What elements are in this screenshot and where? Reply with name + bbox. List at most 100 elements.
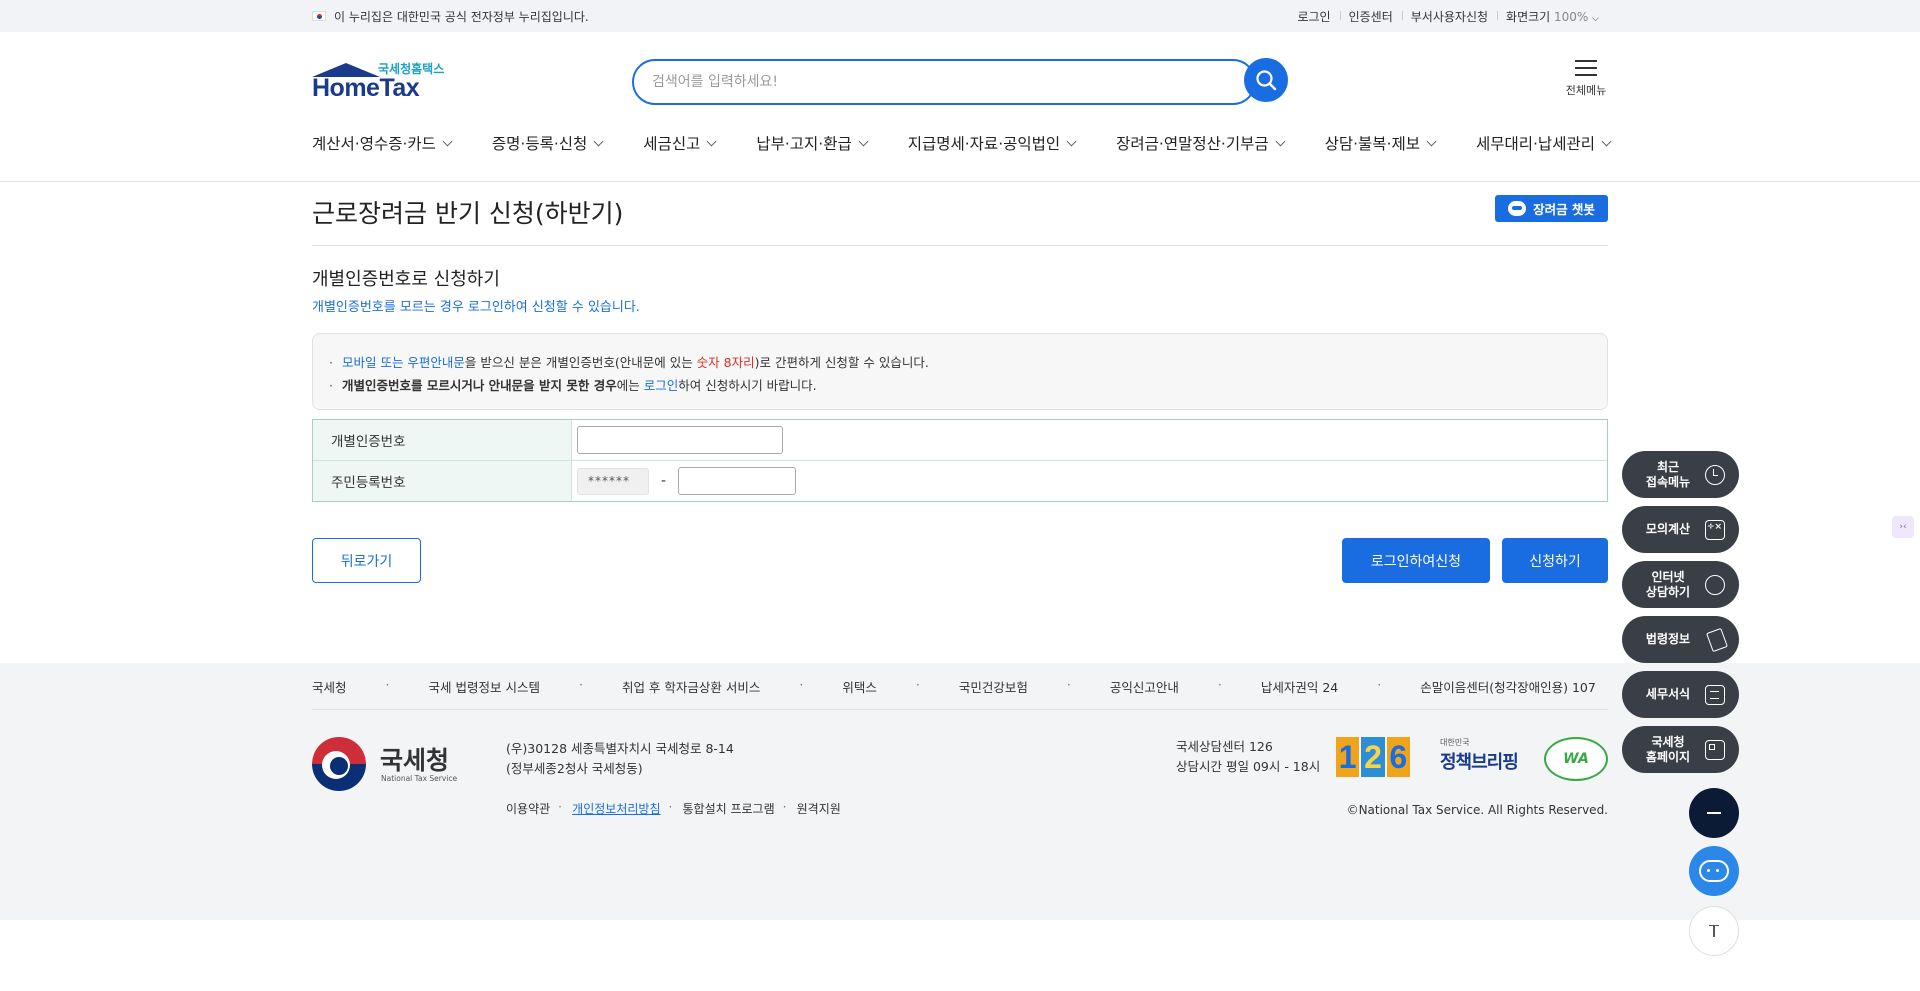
hamburger-icon xyxy=(1575,58,1597,76)
footer-link[interactable]: 위택스 xyxy=(842,677,877,696)
footer-links: 국세청 · 국세 법령정보 시스템 · 취업 후 학자금상환 서비스 · 위택스 · 국… xyxy=(312,677,1596,696)
page-title: 근로장려금 반기 신청(하반기) xyxy=(312,199,624,228)
minus-icon xyxy=(1707,812,1721,814)
policy-briefing-small: 대한민국 xyxy=(1440,738,1470,747)
badge-digit: 6 xyxy=(1386,737,1410,777)
dept-user-link[interactable]: 부서사용자신청 xyxy=(1401,8,1497,25)
cert-number-label: 개별인증번호 xyxy=(313,420,572,460)
chatbot-label: 장려금 챗봇 xyxy=(1533,202,1595,217)
notice-text: 에는 xyxy=(616,378,644,393)
privacy-policy-link[interactable]: 개인정보처리방침 xyxy=(558,800,671,817)
terms-link[interactable]: 이용약관 xyxy=(506,800,561,817)
collapse-quick-menu-button[interactable] xyxy=(1689,788,1739,838)
gavel-icon xyxy=(1706,627,1728,652)
notice-line-2: 개별인증번호를 모르시거나 안내문을 받지 못한 경우에는 로그인하여 신청하시… xyxy=(329,374,1607,397)
footer-link[interactable]: 납세자권익 24 xyxy=(1261,677,1338,696)
search-input[interactable] xyxy=(652,74,1172,90)
quick-tax-forms[interactable]: 세무서식 xyxy=(1622,671,1739,718)
chevron-down-icon xyxy=(1601,136,1612,146)
incentive-chatbot-button[interactable]: 장려금 챗봇 xyxy=(1495,195,1608,222)
korean-flag-icon xyxy=(312,11,326,21)
nav-item-incentive[interactable]: 장려금·연말정산·기부금 xyxy=(1116,132,1286,154)
gov-banner-bar: 이 누리집은 대한민국 공식 전자정부 누리집입니다. 로그인 인증센터 부서사… xyxy=(0,0,1920,32)
login-link[interactable]: 로그인 xyxy=(1288,8,1339,25)
separator-dot: · xyxy=(1066,677,1071,692)
address-line-1: (우)30128 세종특별자치시 국세청로 8-14 xyxy=(506,741,734,756)
nav-item-label: 지급명세·자료·공익법인 xyxy=(907,135,1061,153)
nts-logo-english: National Tax Service xyxy=(381,774,458,783)
notice-login-link[interactable]: 로그인 xyxy=(644,378,679,393)
notice-text: 하여 신청하시기 바랍니다. xyxy=(678,378,817,393)
chevron-down-icon xyxy=(1066,136,1077,146)
cert-number-input[interactable] xyxy=(577,426,783,454)
quick-label: 모의계산 xyxy=(1645,522,1691,536)
footer-link[interactable]: 국세청 xyxy=(312,677,347,696)
quick-simulation[interactable]: 모의계산 xyxy=(1622,506,1739,553)
separator-dot: · xyxy=(578,677,583,692)
form-row-cert: 개별인증번호 xyxy=(313,420,1607,460)
quick-law-info[interactable]: 법령정보 xyxy=(1622,616,1739,663)
policy-briefing-main: 정책브리핑 xyxy=(1440,752,1519,773)
rrn-back-input[interactable] xyxy=(678,467,797,495)
hometax-logo[interactable]: 국세청홈택스 HomeTax xyxy=(312,60,452,106)
building-icon xyxy=(1705,739,1725,760)
all-menu-button[interactable]: 전체메뉴 xyxy=(1563,58,1609,98)
quick-nts-homepage[interactable]: 국세청 홈페이지 xyxy=(1622,726,1739,773)
wa-label: WA xyxy=(1563,751,1589,767)
section-title: 개별인증번호로 신청하기 xyxy=(312,269,500,290)
back-button[interactable]: 뒤로가기 xyxy=(312,538,421,583)
nav-item-payment[interactable]: 납부·고지·환급 xyxy=(756,132,869,154)
notice-text: )로 간편하게 신청할 수 있습니다. xyxy=(754,355,929,370)
nts-logo: 국세청 National Tax Service xyxy=(312,737,462,793)
side-extension-icon[interactable]: ›‹ xyxy=(1892,516,1914,538)
search-button[interactable] xyxy=(1244,58,1288,102)
footer-link[interactable]: 공익신고안내 xyxy=(1110,677,1179,696)
notice-bold: 개별인증번호를 모르시거나 안내문을 받지 못한 경우 xyxy=(341,378,617,393)
quick-menu: 최근접속메뉴 모의계산 인터넷상담하기 법령정보 세무서식 국세청홈페이지 xyxy=(1622,451,1739,781)
main-nav: 계산서·영수증·카드 증명·등록·신청 세금신고 납부·고지·환급 지급명세·자… xyxy=(312,132,1612,154)
footer-menu: 이용약관 개인정보처리방침 통합설치 프로그램 원격지원 xyxy=(506,800,852,817)
separator-dot: · xyxy=(915,677,920,692)
chevron-down-icon xyxy=(706,136,717,146)
nav-item-invoice[interactable]: 계산서·영수증·카드 xyxy=(312,132,453,154)
footer-link[interactable]: 취업 후 학자금상환 서비스 xyxy=(622,677,760,696)
document-icon xyxy=(1705,684,1725,705)
login-apply-button[interactable]: 로그인하여신청 xyxy=(1342,538,1490,583)
cert-center-link[interactable]: 인증센터 xyxy=(1339,8,1402,25)
nav-item-tax-return[interactable]: 세금신고 xyxy=(643,132,717,154)
scroll-top-button[interactable] xyxy=(1689,906,1739,956)
chevron-down-icon xyxy=(593,136,604,146)
cert-number-cell xyxy=(572,420,1607,460)
separator-dot: · xyxy=(799,677,804,692)
footer-link[interactable]: 국세 법령정보 시스템 xyxy=(429,677,540,696)
footer-address: (우)30128 세종특별자치시 국세청로 8-14 (정부세종2청사 국세청동… xyxy=(506,739,734,779)
site-header: 국세청홈택스 HomeTax 전체메뉴 계산서·영수증·카드 증명·등록·신청 … xyxy=(0,32,1920,182)
nav-item-agent[interactable]: 세무대리·납세관리 xyxy=(1476,132,1612,154)
chatbot-float-button[interactable] xyxy=(1689,846,1739,896)
remote-support-link[interactable]: 원격지원 xyxy=(783,800,852,817)
separator-dot: · xyxy=(385,677,390,692)
footer-link[interactable]: 국민건강보험 xyxy=(959,677,1028,696)
apply-button[interactable]: 신청하기 xyxy=(1502,538,1608,583)
all-menu-label: 전체메뉴 xyxy=(1565,84,1607,97)
footer-link[interactable]: 손말이음센터(청각장애인용) 107 xyxy=(1420,677,1596,696)
badge-126[interactable]: 1 2 6 xyxy=(1336,737,1410,777)
install-program-link[interactable]: 통합설치 프로그램 xyxy=(668,800,786,817)
notice-box: 모바일 또는 우편안내문을 받으신 분은 개별인증번호(안내문에 있는 숫자 8… xyxy=(312,333,1608,410)
taegeuk-emblem-icon xyxy=(312,737,366,791)
quick-recent-menu[interactable]: 최근 접속메뉴 xyxy=(1622,451,1739,498)
quick-online-consult[interactable]: 인터넷 상담하기 xyxy=(1622,561,1739,608)
nav-item-statements[interactable]: 지급명세·자료·공익법인 xyxy=(907,132,1077,154)
zoom-value: 100% xyxy=(1554,9,1589,24)
call-center-info: 국세상담센터 126 상담시간 평일 09시 - 18시 xyxy=(1176,737,1320,777)
nav-item-certificate[interactable]: 증명·등록·신청 xyxy=(492,132,604,154)
policy-briefing-logo[interactable]: 대한민국 정책브리핑 xyxy=(1440,737,1524,777)
separator-dot: · xyxy=(1217,677,1222,692)
nav-item-consult[interactable]: 상담·불복·제보 xyxy=(1325,132,1437,154)
zoom-control[interactable]: 화면크기 100% ⌵ xyxy=(1497,8,1608,25)
notice-line-1: 모바일 또는 우편안내문을 받으신 분은 개별인증번호(안내문에 있는 숫자 8… xyxy=(329,351,1607,374)
title-divider xyxy=(312,245,1608,246)
chevron-down-icon xyxy=(1426,136,1437,146)
gov-notice-text: 이 누리집은 대한민국 공식 전자정부 누리집입니다. xyxy=(334,9,589,24)
arrow-up-icon xyxy=(1709,925,1719,937)
